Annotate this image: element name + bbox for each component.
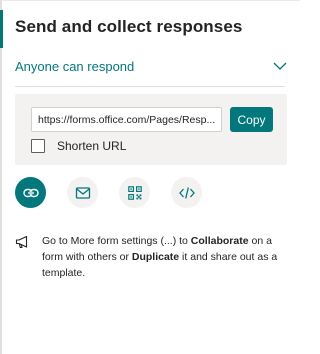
tip-text: Go to More form settings (...) to Collab… [42, 233, 282, 281]
panel-title: Send and collect responses [15, 17, 243, 36]
qr-code-icon [127, 185, 142, 200]
shorten-url-checkbox[interactable] [31, 139, 45, 153]
left-divider [0, 0, 2, 354]
share-qr-code-button[interactable] [119, 177, 150, 208]
tip-text-1: Go to More form settings (...) to [42, 235, 191, 247]
top-divider [0, 0, 300, 1]
audience-dropdown-label: Anyone can respond [15, 58, 135, 74]
link-icon [22, 188, 39, 197]
share-url-input[interactable] [31, 107, 222, 132]
audience-dropdown[interactable]: Anyone can respond [15, 54, 287, 78]
megaphone-icon [15, 235, 28, 249]
dropdown-underline [15, 86, 285, 87]
collaborate-tip: Go to More form settings (...) to Collab… [15, 233, 287, 281]
share-link-panel: Copy Shorten URL [15, 94, 287, 165]
chevron-down-icon [273, 61, 287, 71]
copy-button[interactable]: Copy [230, 107, 273, 132]
share-method-tabs [15, 177, 215, 209]
share-embed-button[interactable] [171, 177, 202, 208]
embed-code-icon [178, 186, 195, 199]
shorten-url-label: Shorten URL [57, 139, 127, 153]
tip-duplicate: Duplicate [131, 251, 180, 263]
share-email-button[interactable] [67, 177, 98, 208]
tip-collaborate: Collaborate [190, 235, 249, 247]
shorten-url-option[interactable]: Shorten URL [31, 138, 126, 154]
mail-icon [75, 186, 90, 199]
share-link-button[interactable] [15, 177, 46, 208]
section-accent-bar [0, 10, 3, 48]
